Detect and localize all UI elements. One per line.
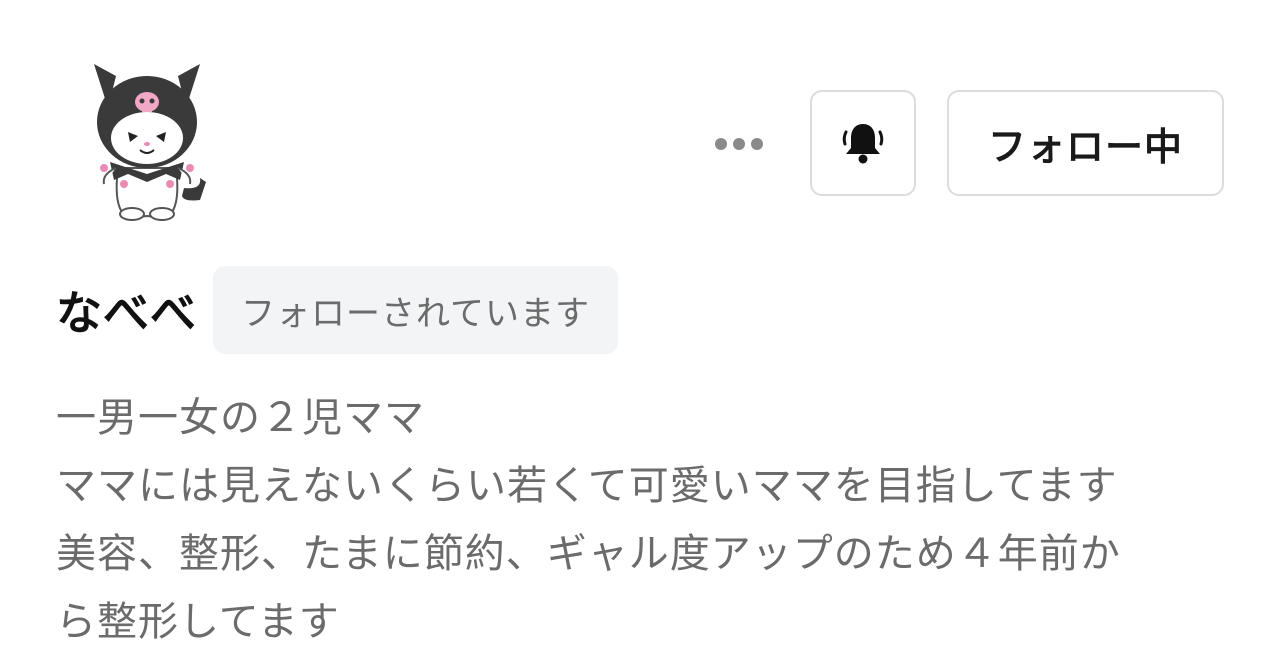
- profile-bio: 一男一女の２児ママ ママには見えないくらい若くて可愛いママを目指してます 美容、…: [56, 384, 1236, 656]
- name-row: なべべ フォローされています: [56, 266, 618, 354]
- profile-header: フォロー中 なべべ フォローされています 一男一女の２児ママ ママには見えないく…: [0, 0, 1280, 671]
- more-options-button[interactable]: [704, 124, 774, 164]
- user-name: なべべ: [56, 286, 197, 340]
- bell-filled-icon: [842, 124, 884, 164]
- bio-line: 美容、整形、たまに節約、ギャル度アップのため４年前か: [56, 531, 1121, 577]
- following-button[interactable]: フォロー中: [947, 90, 1224, 196]
- more-horizontal-icon: [715, 138, 727, 150]
- avatar[interactable]: [72, 50, 222, 222]
- more-horizontal-icon: [733, 138, 745, 150]
- following-button-label: フォロー中: [987, 124, 1183, 169]
- bio-line: ら整形してます: [56, 599, 340, 645]
- bio-line: 一男一女の２児ママ: [56, 395, 425, 441]
- follows-you-badge-label: フォローされています: [241, 293, 590, 334]
- bio-line: ママには見えないくらい若くて可愛いママを目指してます: [56, 463, 1118, 509]
- follows-you-badge: フォローされています: [213, 266, 618, 354]
- kuromi-avatar-icon: [94, 64, 206, 221]
- more-horizontal-icon: [751, 138, 763, 150]
- notification-bell-button[interactable]: [810, 90, 916, 196]
